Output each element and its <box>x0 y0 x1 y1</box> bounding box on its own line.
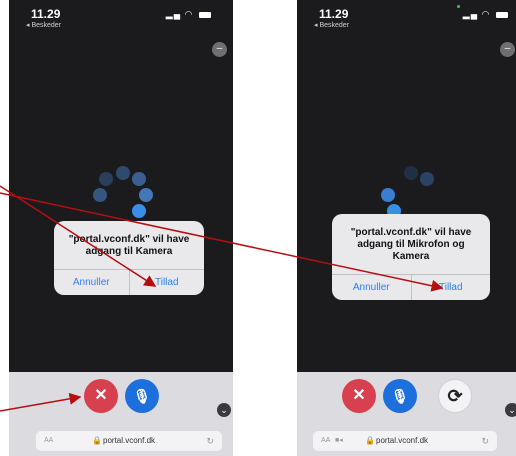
mute-button[interactable]: 🎙 <box>125 379 159 413</box>
reload-icon[interactable]: ↻ <box>206 431 214 451</box>
status-bar: 11.29 ◂ Beskeder ▂▄ ◠ <box>297 0 516 32</box>
close-icon: ✕ <box>352 387 366 404</box>
status-bar: 11.29 ◂ Beskeder ▂▄ ◠ <box>9 0 233 32</box>
battery-icon <box>496 11 508 18</box>
permission-message: "portal.vconf.dk" vil have adgang til Mi… <box>332 214 490 272</box>
reload-icon[interactable]: ↻ <box>481 431 489 451</box>
url-text: portal.vconf.dk <box>103 436 156 445</box>
back-to-messages-link[interactable]: ◂ Beskeder <box>314 21 349 29</box>
minimize-button[interactable]: – <box>500 42 515 57</box>
camera-active-icon: ■◂ <box>335 437 343 444</box>
permission-message-line: "portal.vconf.dk" vil have <box>350 227 472 238</box>
lock-icon: 🔒 <box>92 436 102 445</box>
recording-indicator-icon <box>457 5 460 8</box>
expand-toolbar-button[interactable]: ⌄ <box>217 403 231 417</box>
back-to-messages-link[interactable]: ◂ Beskeder <box>26 21 61 29</box>
status-icons: ▂▄ ◠ <box>166 9 211 20</box>
permission-message-line: adgang til Kamera <box>85 246 173 257</box>
address-bar[interactable]: AA ■◂ 🔒 portal.vconf.dk ↻ <box>313 431 497 451</box>
battery-icon <box>199 11 211 18</box>
allow-button[interactable]: Tillad <box>410 275 491 300</box>
switch-camera-button[interactable]: ⟳ <box>438 379 472 413</box>
status-time: 11.29 <box>319 7 349 21</box>
allow-button[interactable]: Tillad <box>128 270 205 295</box>
microphone-icon: 🎙 <box>391 388 409 404</box>
status-time: 11.29 <box>31 7 61 21</box>
phone-screen-mic-camera-prompt: 11.29 ◂ Beskeder ▂▄ ◠ – "portal.vconf.dk… <box>297 0 516 456</box>
permission-message-line: Kamera <box>392 251 430 262</box>
signal-icon: ▂▄ <box>462 9 479 19</box>
cancel-button[interactable]: Annuller <box>332 275 411 300</box>
signal-icon: ▂▄ <box>165 9 182 19</box>
status-icons: ▂▄ ◠ <box>463 9 508 20</box>
permission-dialog: "portal.vconf.dk" vil have adgang til Ka… <box>54 221 204 295</box>
microphone-icon: 🎙 <box>133 388 151 404</box>
mute-button[interactable]: 🎙 <box>383 379 417 413</box>
text-size-button[interactable]: AA <box>44 431 53 451</box>
wifi-icon: ◠ <box>481 9 491 19</box>
wifi-icon: ◠ <box>184 9 194 19</box>
end-call-button[interactable]: ✕ <box>84 379 118 413</box>
phone-screen-camera-prompt: 11.29 ◂ Beskeder ▂▄ ◠ – "portal.vconf.dk… <box>9 0 233 456</box>
camera-flip-icon: ⟳ <box>447 386 463 406</box>
text-size-button[interactable]: AA <box>321 431 330 451</box>
close-icon: ✕ <box>94 387 108 404</box>
loading-spinner-icon <box>93 166 153 226</box>
minimize-button[interactable]: – <box>212 42 227 57</box>
end-call-button[interactable]: ✕ <box>342 379 376 413</box>
cancel-button[interactable]: Annuller <box>54 270 129 295</box>
expand-toolbar-button[interactable]: ⌄ <box>505 403 516 417</box>
permission-dialog: "portal.vconf.dk" vil have adgang til Mi… <box>332 214 490 300</box>
url-text: portal.vconf.dk <box>376 436 429 445</box>
permission-message-line: "portal.vconf.dk" vil have <box>68 234 190 245</box>
address-bar[interactable]: AA 🔒 portal.vconf.dk ↻ <box>36 431 222 451</box>
permission-message: "portal.vconf.dk" vil have adgang til Ka… <box>54 221 204 267</box>
permission-message-line: adgang til Mikrofon og <box>357 239 465 250</box>
lock-icon: 🔒 <box>365 436 375 445</box>
